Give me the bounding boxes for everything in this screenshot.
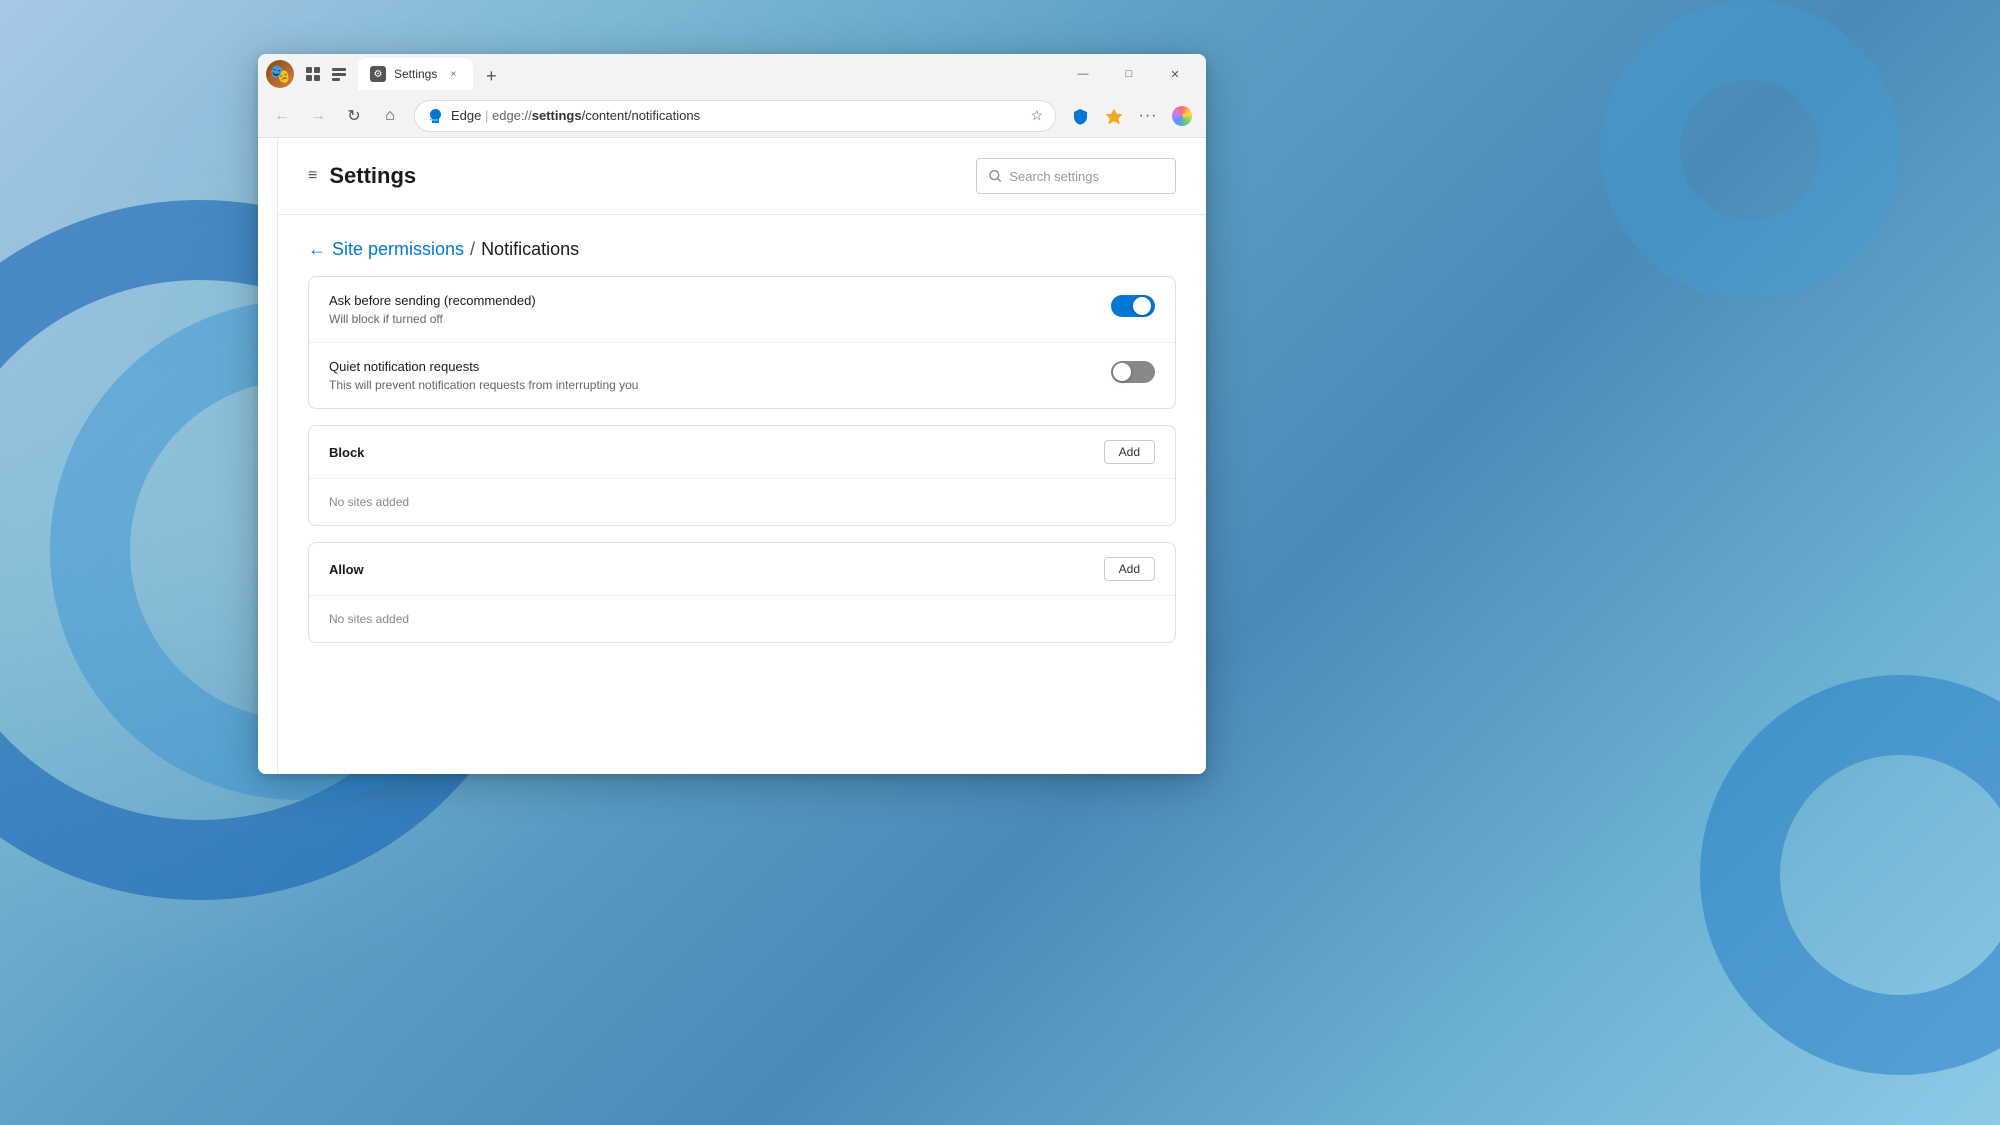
browser-window: 🎭 ⚙ Settings × xyxy=(258,54,1206,774)
profile-avatar[interactable]: 🎭 xyxy=(266,60,294,88)
home-button[interactable]: ⌂ xyxy=(374,100,406,132)
address-url-path: /content/notifications xyxy=(582,108,701,123)
minimize-button[interactable]: — xyxy=(1060,58,1106,90)
ask-before-sending-sublabel: Will block if turned off xyxy=(329,312,536,326)
navigation-bar: ← → ↻ ⌂ Edge | edge://settings/content/n… xyxy=(258,94,1206,138)
toggle-knob xyxy=(1133,297,1151,315)
allow-add-button[interactable]: Add xyxy=(1104,557,1155,581)
more-tools-button[interactable]: ··· xyxy=(1132,100,1164,132)
back-arrow-icon: ← xyxy=(274,107,290,125)
toggle-knob-2 xyxy=(1113,363,1131,381)
settings-tab[interactable]: ⚙ Settings × xyxy=(358,58,473,90)
window-controls: — □ ✕ xyxy=(1060,58,1198,90)
new-tab-button[interactable]: + xyxy=(477,62,505,90)
collections-icon[interactable] xyxy=(1098,100,1130,132)
quiet-notifications-label: Quiet notification requests xyxy=(329,359,638,374)
allow-section-card: Allow Add No sites added xyxy=(308,542,1176,643)
workspaces-icon[interactable] xyxy=(302,63,324,85)
back-button[interactable]: ← xyxy=(266,100,298,132)
ellipsis-icon: ··· xyxy=(1139,107,1158,125)
allow-section-title: Allow xyxy=(329,562,364,577)
hamburger-menu-icon[interactable]: ≡ xyxy=(308,167,317,185)
quiet-notifications-sublabel: This will prevent notification requests … xyxy=(329,378,638,392)
address-url-bold: settings xyxy=(532,108,582,123)
tab-manager-icon[interactable] xyxy=(328,63,350,85)
refresh-icon: ↻ xyxy=(347,106,360,126)
search-icon xyxy=(989,169,1001,183)
ask-before-sending-row: Ask before sending (recommended) Will bl… xyxy=(309,277,1175,343)
settings-page-title: Settings xyxy=(329,163,416,189)
block-empty-message: No sites added xyxy=(309,479,1175,525)
address-bar[interactable]: Edge | edge://settings/content/notificat… xyxy=(414,100,1056,132)
quiet-notifications-label-group: Quiet notification requests This will pr… xyxy=(329,359,638,392)
settings-main: ≡ Settings ← Site permissions / Notifica… xyxy=(278,138,1206,774)
ask-before-sending-label-group: Ask before sending (recommended) Will bl… xyxy=(329,293,536,326)
settings-sidebar xyxy=(258,138,278,774)
address-text: Edge | edge://settings/content/notificat… xyxy=(451,108,1022,123)
tab-title: Settings xyxy=(394,67,437,81)
search-settings-input[interactable] xyxy=(1009,169,1163,184)
title-bar: 🎭 ⚙ Settings × xyxy=(258,54,1206,94)
favorite-icon[interactable]: ☆ xyxy=(1030,107,1043,124)
allow-empty-message: No sites added xyxy=(309,596,1175,642)
copilot-button[interactable] xyxy=(1166,100,1198,132)
forward-button[interactable]: → xyxy=(302,100,334,132)
decorative-swirl-4 xyxy=(1545,0,1955,355)
settings-title-area: ≡ Settings xyxy=(308,163,416,189)
address-separator: | xyxy=(481,108,492,123)
forward-arrow-icon: → xyxy=(310,107,326,125)
ask-before-sending-label: Ask before sending (recommended) xyxy=(329,293,536,308)
decorative-swirl-3 xyxy=(1655,630,2000,1120)
copilot-icon xyxy=(1172,106,1192,126)
settings-content: Ask before sending (recommended) Will bl… xyxy=(278,276,1206,689)
breadcrumb-current-page: Notifications xyxy=(481,239,579,260)
settings-header: ≡ Settings xyxy=(278,138,1206,215)
allow-section-header: Allow Add xyxy=(309,543,1175,596)
gear-icon: ⚙ xyxy=(374,69,383,80)
avatar-image: 🎭 xyxy=(269,64,291,85)
quiet-notifications-row: Quiet notification requests This will pr… xyxy=(309,343,1175,408)
quiet-notifications-toggle[interactable] xyxy=(1111,361,1155,383)
edge-logo-icon xyxy=(427,108,443,124)
refresh-button[interactable]: ↻ xyxy=(338,100,370,132)
maximize-button[interactable]: □ xyxy=(1106,58,1152,90)
toggles-card: Ask before sending (recommended) Will bl… xyxy=(308,276,1176,409)
tab-close-button[interactable]: × xyxy=(445,66,461,82)
search-settings-container[interactable] xyxy=(976,158,1176,194)
content-area: ≡ Settings ← Site permissions / Notifica… xyxy=(258,138,1206,774)
ask-before-sending-toggle[interactable] xyxy=(1111,295,1155,317)
breadcrumb-back-button[interactable]: ← xyxy=(308,239,326,260)
breadcrumb-parent-link[interactable]: Site permissions xyxy=(332,239,464,260)
breadcrumb-separator: / xyxy=(470,239,475,260)
block-section-card: Block Add No sites added xyxy=(308,425,1176,526)
shield-icon[interactable] xyxy=(1064,100,1096,132)
tabs-area: ⚙ Settings × + xyxy=(358,58,1056,90)
block-section-header: Block Add xyxy=(309,426,1175,479)
address-url-prefix: edge:// xyxy=(492,108,532,123)
settings-favicon: ⚙ xyxy=(370,66,386,82)
block-section-title: Block xyxy=(329,445,364,460)
breadcrumb: ← Site permissions / Notifications xyxy=(278,215,1206,276)
address-site-name: Edge xyxy=(451,108,481,123)
block-add-button[interactable]: Add xyxy=(1104,440,1155,464)
close-button[interactable]: ✕ xyxy=(1152,58,1198,90)
toolbar-right: ··· xyxy=(1064,100,1198,132)
home-icon: ⌂ xyxy=(385,107,395,125)
